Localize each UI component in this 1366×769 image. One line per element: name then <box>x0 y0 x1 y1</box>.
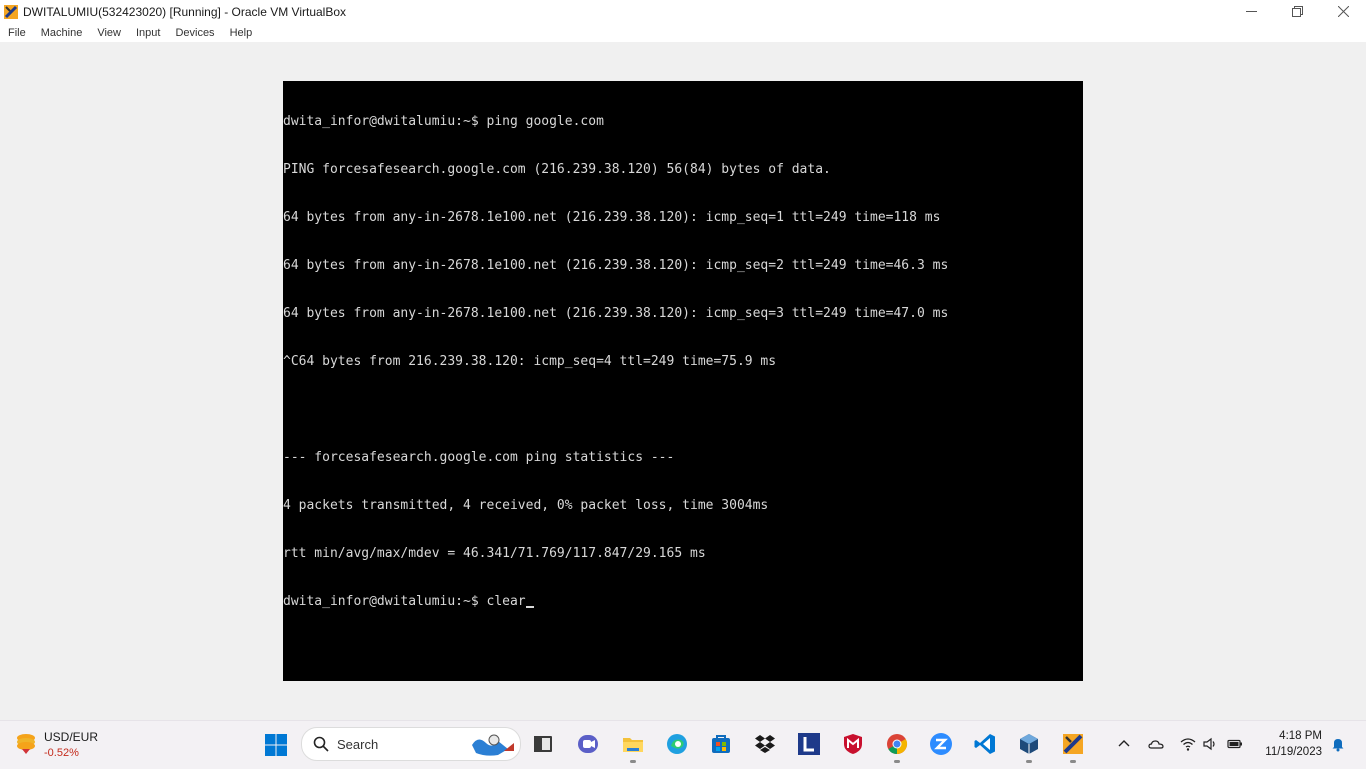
running-indicator <box>894 760 900 763</box>
teams-icon[interactable] <box>574 730 602 758</box>
title-bar: DWITALUMIU(532423020) [Running] - Oracle… <box>0 0 1366 23</box>
terminal-prompt-line[interactable]: dwita_infor@dwitalumiu:~$ clear <box>283 594 1079 610</box>
running-indicator <box>1026 760 1032 763</box>
terminal-line: 4 packets transmitted, 4 received, 0% pa… <box>283 498 769 513</box>
clock-time: 4:18 PM <box>1279 730 1322 742</box>
volume-icon[interactable] <box>1202 736 1218 752</box>
close-button[interactable] <box>1320 0 1366 23</box>
restore-button[interactable] <box>1274 0 1320 23</box>
terminal-line: rtt min/avg/max/mdev = 46.341/71.769/117… <box>283 546 706 561</box>
notification-bell-icon[interactable] <box>1330 736 1346 752</box>
menu-help[interactable]: Help <box>223 27 260 39</box>
menu-input[interactable]: Input <box>129 27 167 39</box>
clock-date: 11/19/2023 <box>1265 746 1322 758</box>
search-icon <box>313 736 329 752</box>
virtualbox-vm-icon[interactable] <box>1059 730 1087 758</box>
chrome-icon[interactable] <box>883 730 911 758</box>
l-app-icon[interactable] <box>795 730 823 758</box>
virtualbox-manager-icon[interactable] <box>1015 730 1043 758</box>
terminal-line: 64 bytes from any-in-2678.1e100.net (216… <box>283 306 949 321</box>
terminal-output[interactable]: dwita_infor@dwitalumiu:~$ ping google.co… <box>283 82 1079 626</box>
text-cursor <box>525 606 534 608</box>
menu-file[interactable]: File <box>1 27 33 39</box>
file-manager-icon[interactable] <box>529 730 557 758</box>
terminal-line: 64 bytes from any-in-2678.1e100.net (216… <box>283 258 949 273</box>
file-explorer-icon[interactable] <box>619 730 647 758</box>
terminal-prompt-text: dwita_infor@dwitalumiu:~$ clear <box>283 594 526 609</box>
terminal-line: ^C64 bytes from 216.239.38.120: icmp_seq… <box>283 354 777 369</box>
search-placeholder: Search <box>337 736 379 752</box>
zoom-icon[interactable] <box>927 730 955 758</box>
widget-title: USD/EUR <box>44 730 99 744</box>
menu-machine[interactable]: Machine <box>34 27 90 39</box>
edge-icon[interactable] <box>663 730 691 758</box>
battery-icon[interactable] <box>1227 736 1243 752</box>
currency-icon <box>14 730 38 761</box>
vscode-icon[interactable] <box>971 730 999 758</box>
virtualbox-icon <box>3 4 19 20</box>
search-box[interactable]: Search <box>301 727 521 761</box>
store-icon[interactable] <box>707 730 735 758</box>
window-title: DWITALUMIU(532423020) [Running] - Oracle… <box>23 4 347 19</box>
running-indicator <box>630 760 636 763</box>
widget-change: -0.52% <box>44 747 79 759</box>
terminal-line: PING forcesafesearch.google.com (216.239… <box>283 162 831 177</box>
menu-view[interactable]: View <box>90 27 128 39</box>
menu-devices[interactable]: Devices <box>168 27 221 39</box>
system-clock[interactable]: 4:18 PM 11/19/2023 <box>1265 728 1322 760</box>
wifi-icon[interactable] <box>1180 736 1196 752</box>
chevron-up-icon[interactable] <box>1116 736 1132 752</box>
start-icon[interactable] <box>262 731 290 759</box>
terminal-line: 64 bytes from any-in-2678.1e100.net (216… <box>283 210 941 225</box>
currency-widget[interactable]: USD/EUR -0.52% <box>14 729 98 761</box>
running-indicator <box>1070 760 1076 763</box>
dropbox-icon[interactable] <box>751 730 779 758</box>
search-highlight-icon <box>468 731 516 762</box>
minimize-button[interactable] <box>1228 0 1274 23</box>
terminal-line: --- forcesafesearch.google.com ping stat… <box>283 450 675 465</box>
menu-bar: File Machine View Input Devices Help <box>0 23 1366 42</box>
terminal-line: dwita_infor@dwitalumiu:~$ ping google.co… <box>283 114 604 129</box>
onedrive-icon[interactable] <box>1148 736 1164 752</box>
mcafee-icon[interactable] <box>839 730 867 758</box>
